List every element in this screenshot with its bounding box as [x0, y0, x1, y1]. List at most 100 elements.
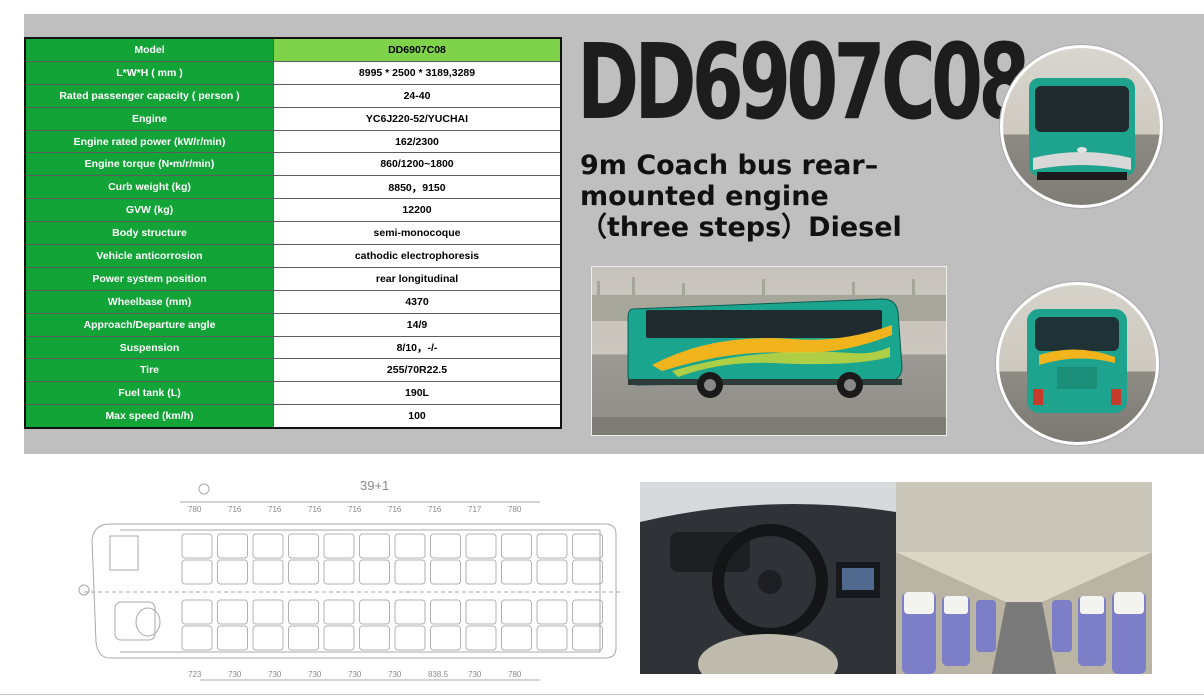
spec-value: 190L — [273, 381, 562, 406]
seat-layout-drawing: 39+1 780 716 716 716 716 716 716 717 780 723 730 7… — [70, 472, 630, 690]
spec-row: Rated passenger capacity ( person ) 24-40 — [24, 83, 562, 108]
spec-value: 8/10，-/- — [273, 335, 562, 360]
subtitle-line: 9m Coach bus rear– — [580, 150, 879, 181]
spec-label: Curb weight (kg) — [24, 175, 274, 200]
spec-label: Suspension — [24, 335, 274, 360]
dimension-label: 780 — [508, 505, 522, 514]
seat — [465, 625, 497, 651]
seat — [288, 625, 319, 651]
spec-label: L*W*H ( mm ) — [24, 60, 274, 85]
spec-label: Body structure — [24, 221, 274, 246]
seat — [181, 599, 213, 625]
seat — [501, 533, 532, 559]
spec-row: Engine YC6J220-52/YUCHAI — [24, 106, 562, 131]
dimension-label: 838.5 — [428, 670, 449, 679]
seat — [217, 625, 248, 651]
dimension-label: 716 — [228, 505, 242, 514]
dimension-label: 780 — [508, 670, 522, 679]
spec-row: Curb weight (kg) 8850，9150 — [24, 175, 562, 200]
seat — [181, 625, 213, 651]
seat — [323, 599, 355, 625]
dimension-label: 730 — [228, 670, 242, 679]
spec-row: L*W*H ( mm ) 8995 * 2500 * 3189,3289 — [24, 60, 562, 85]
cockpit-photo — [640, 482, 896, 674]
seat — [359, 599, 390, 625]
spec-value: 12200 — [273, 198, 562, 223]
spec-label: Fuel tank (L) — [24, 381, 274, 406]
dimension-label: 730 — [268, 670, 282, 679]
spec-row: Vehicle anticorrosion cathodic electropho… — [24, 244, 562, 268]
seat — [359, 533, 390, 559]
seat — [288, 559, 319, 585]
spec-value: cathodic electrophoresis — [273, 244, 562, 268]
spec-row: Approach/Departure angle 14/9 — [24, 312, 562, 337]
seat — [430, 559, 461, 585]
dimension-label: 716 — [348, 505, 362, 514]
spec-value: 14/9 — [273, 312, 562, 337]
seat — [252, 533, 284, 559]
spec-row: Max speed (km/h) 100 — [24, 404, 562, 429]
spec-label: GVW (kg) — [24, 198, 274, 223]
spec-row: Power system position rear longitudinal — [24, 266, 562, 291]
spec-value: 8850，9150 — [273, 175, 562, 200]
seat — [465, 599, 497, 625]
dimension-label: 716 — [428, 505, 442, 514]
spec-label: Model — [24, 37, 274, 62]
dimension-label: 716 — [308, 505, 322, 514]
seat — [394, 599, 426, 625]
seat — [536, 559, 568, 585]
seat — [465, 533, 497, 559]
dimension-label: 730 — [468, 670, 482, 679]
spec-label: Engine rated power (kW/r/min) — [24, 129, 274, 154]
seat — [181, 533, 213, 559]
spec-label: Rated passenger capacity ( person ) — [24, 83, 274, 108]
dimension-label: 730 — [348, 670, 362, 679]
spec-row: Wheelbase (mm) 4370 — [24, 289, 562, 314]
seat — [323, 559, 355, 585]
seat — [501, 625, 532, 651]
dimension-label: 723 — [188, 670, 202, 679]
spec-value: 8995 * 2500 * 3189,3289 — [273, 60, 562, 85]
seat — [252, 559, 284, 585]
top-margin — [0, 0, 1204, 14]
bus-rear-photo — [996, 282, 1159, 445]
seat — [181, 559, 213, 585]
spec-label: Vehicle anticorrosion — [24, 244, 274, 268]
dimension-label: 717 — [468, 505, 482, 514]
model-subtitle: 9m Coach bus rear– mounted engine （three… — [580, 150, 920, 243]
spec-label: Wheelbase (mm) — [24, 289, 274, 314]
spec-label: Engine — [24, 106, 274, 131]
subtitle-line: （three steps）Diesel — [580, 212, 902, 243]
seat — [288, 599, 319, 625]
spec-row: Body structure semi-monocoque — [24, 221, 562, 246]
seat — [359, 625, 390, 651]
seat — [323, 625, 355, 651]
dimension-label: 780 — [188, 505, 202, 514]
spec-row: GVW (kg) 12200 — [24, 198, 562, 223]
dimension-label: 730 — [388, 670, 402, 679]
seat — [572, 559, 603, 585]
spec-label: Power system position — [24, 266, 274, 291]
spec-value: 4370 — [273, 289, 562, 314]
seat — [572, 599, 603, 625]
seat — [394, 559, 426, 585]
spec-value: 255/70R22.5 — [273, 358, 562, 383]
spec-label: Engine torque (N•m/r/min) — [24, 152, 274, 177]
seat — [536, 625, 568, 651]
spec-value: YC6J220-52/YUCHAI — [273, 106, 562, 131]
bus-front-photo — [1000, 45, 1163, 208]
spec-value: DD6907C08 — [273, 37, 562, 62]
seat — [252, 599, 284, 625]
spec-value: semi-monocoque — [273, 221, 562, 246]
spec-row: Engine torque (N•m/r/min) 860/1200~1800 — [24, 152, 562, 177]
seat — [572, 625, 603, 651]
spec-table: Model DD6907C08 L*W*H ( mm ) 8995 * 2500 * … — [24, 37, 562, 430]
seat — [252, 625, 284, 651]
seat-capacity-label: 39+1 — [360, 478, 389, 493]
spec-row: Fuel tank (L) 190L — [24, 381, 562, 406]
seat — [359, 559, 390, 585]
spec-row: Suspension 8/10，-/- — [24, 335, 562, 360]
seat — [430, 599, 461, 625]
model-title: DD6907C08 — [577, 21, 1030, 143]
spec-label: Approach/Departure angle — [24, 312, 274, 337]
